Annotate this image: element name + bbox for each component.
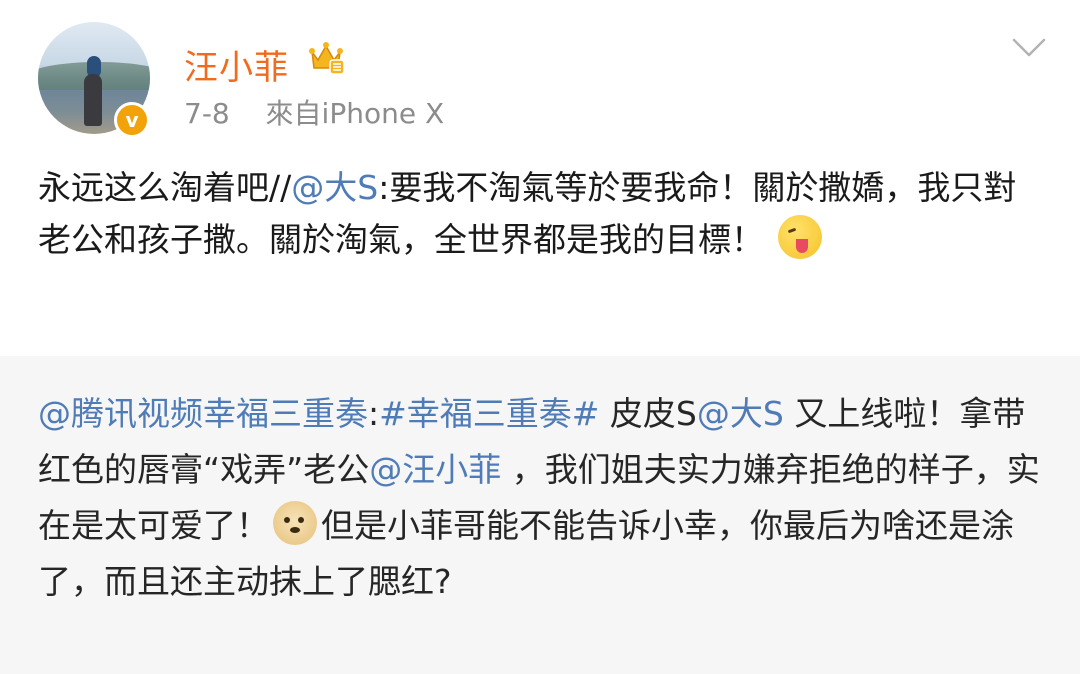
mention-link-wxf[interactable]: @汪小菲 xyxy=(369,450,501,489)
post-header: v 汪小菲 7-8 來自iPhone X xyxy=(0,0,1080,150)
mention-link-ds[interactable]: @大S xyxy=(697,394,784,433)
repost-author-link[interactable]: @腾讯视频幸福三重奏 xyxy=(38,394,368,433)
post-date: 7-8 xyxy=(184,97,230,130)
tongue-wink-emoji-icon xyxy=(778,215,822,259)
doge-emoji-icon xyxy=(273,501,317,545)
verified-badge-icon: v xyxy=(114,102,150,138)
repost-content: @腾讯视频幸福三重奏:#幸福三重奏# 皮皮S@大S 又上线啦！拿带红色的唇膏“戏… xyxy=(38,386,1048,610)
post-prefix-text: 永远这么淘着吧// xyxy=(38,168,292,207)
repost-card[interactable]: @腾讯视频幸福三重奏:#幸福三重奏# 皮皮S@大S 又上线啦！拿带红色的唇膏“戏… xyxy=(0,356,1080,674)
post-content: 永远这么淘着吧//@大S:要我不淘氣等於要我命！關於撒嬌，我只對老公和孩子撒。關… xyxy=(38,162,1048,266)
post-source: 來自iPhone X xyxy=(265,97,445,130)
chevron-down-icon[interactable] xyxy=(1012,36,1046,60)
repost-text-1: 皮皮S xyxy=(599,394,697,433)
repost-colon: : xyxy=(368,394,380,433)
username-link[interactable]: 汪小菲 xyxy=(184,40,289,89)
avatar-person-figure xyxy=(84,74,102,126)
mention-link[interactable]: @大S xyxy=(291,168,378,207)
vip-crown-icon xyxy=(309,42,345,75)
post-meta: 7-8 來自iPhone X xyxy=(184,92,444,132)
topic-link[interactable]: #幸福三重奏# xyxy=(379,394,599,433)
